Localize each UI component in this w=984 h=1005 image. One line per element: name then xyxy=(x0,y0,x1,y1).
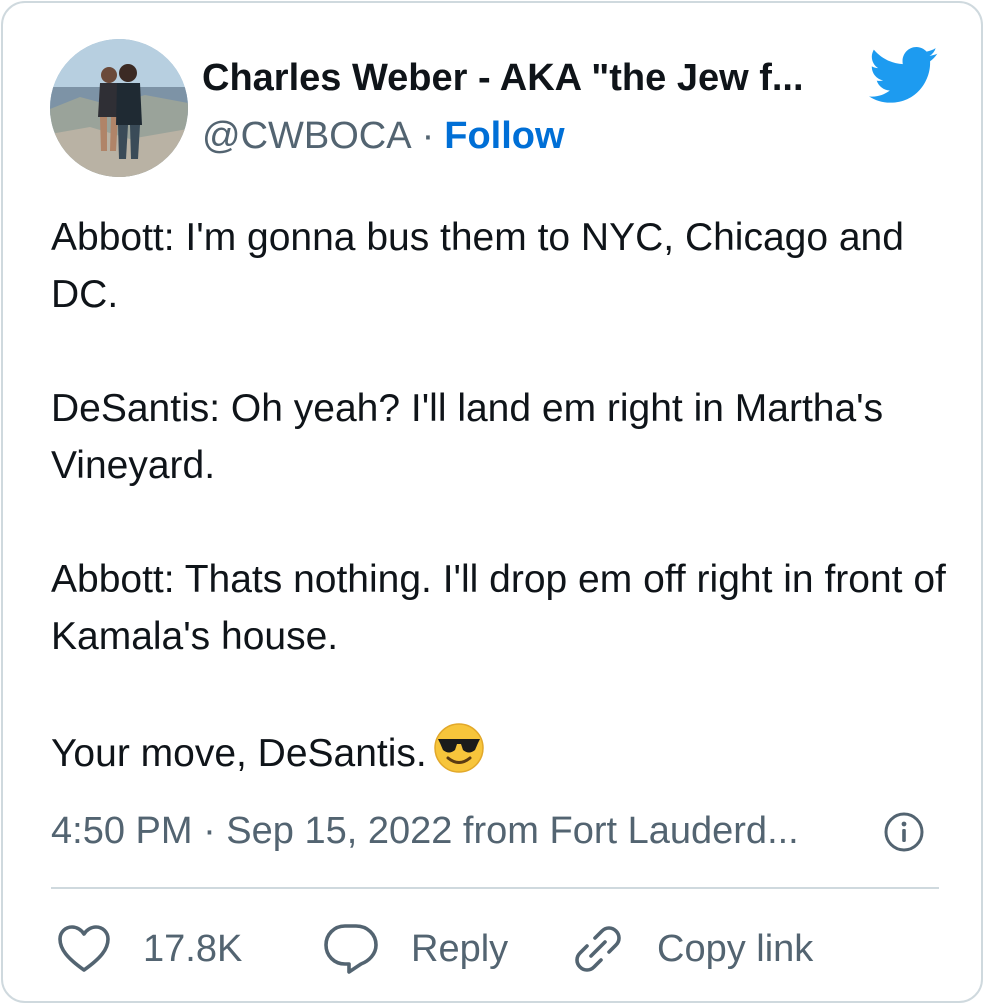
info-icon[interactable] xyxy=(883,811,925,853)
avatar[interactable] xyxy=(50,39,188,177)
reply-button[interactable]: Reply xyxy=(323,921,508,977)
author-display-name[interactable]: Charles Weber - AKA "the Jew f... xyxy=(202,55,842,101)
copy-link-button[interactable]: Copy link xyxy=(571,921,813,977)
tweet-paragraph: Abbott: Thats nothing. I'll drop em off … xyxy=(51,558,946,658)
tweet-text: Abbott: I'm gonna bus them to NYC, Chica… xyxy=(51,209,951,790)
tweet-paragraph: Your move, DeSantis. xyxy=(51,732,427,775)
twitter-bird-icon[interactable] xyxy=(868,47,939,105)
reply-bubble-icon xyxy=(323,923,379,975)
author-handle-row: @CWBOCA · Follow xyxy=(202,113,565,159)
author-handle[interactable]: @CWBOCA xyxy=(202,115,412,157)
like-count: 17.8K xyxy=(143,927,243,970)
heart-icon xyxy=(57,924,111,974)
tweet-paragraph: Abbott: I'm gonna bus them to NYC, Chica… xyxy=(51,216,904,316)
like-button[interactable]: 17.8K xyxy=(57,921,242,977)
tweet-timestamp[interactable]: 4:50 PM · Sep 15, 2022 from Fort Lauderd… xyxy=(51,808,871,854)
copy-link-label: Copy link xyxy=(657,927,814,970)
follow-button[interactable]: Follow xyxy=(444,115,564,157)
link-icon xyxy=(571,922,625,976)
divider xyxy=(51,887,939,889)
separator-dot: · xyxy=(421,115,435,157)
smiling-face-with-sunglasses-icon xyxy=(433,722,485,790)
tweet-paragraph: DeSantis: Oh yeah? I'll land em right in… xyxy=(51,387,884,487)
tweet-card: Charles Weber - AKA "the Jew f... @CWBOC… xyxy=(1,1,983,1003)
reply-label: Reply xyxy=(411,927,509,970)
tweet-last-paragraph: Your move, DeSantis. xyxy=(51,722,951,790)
avatar-photo xyxy=(50,39,188,177)
